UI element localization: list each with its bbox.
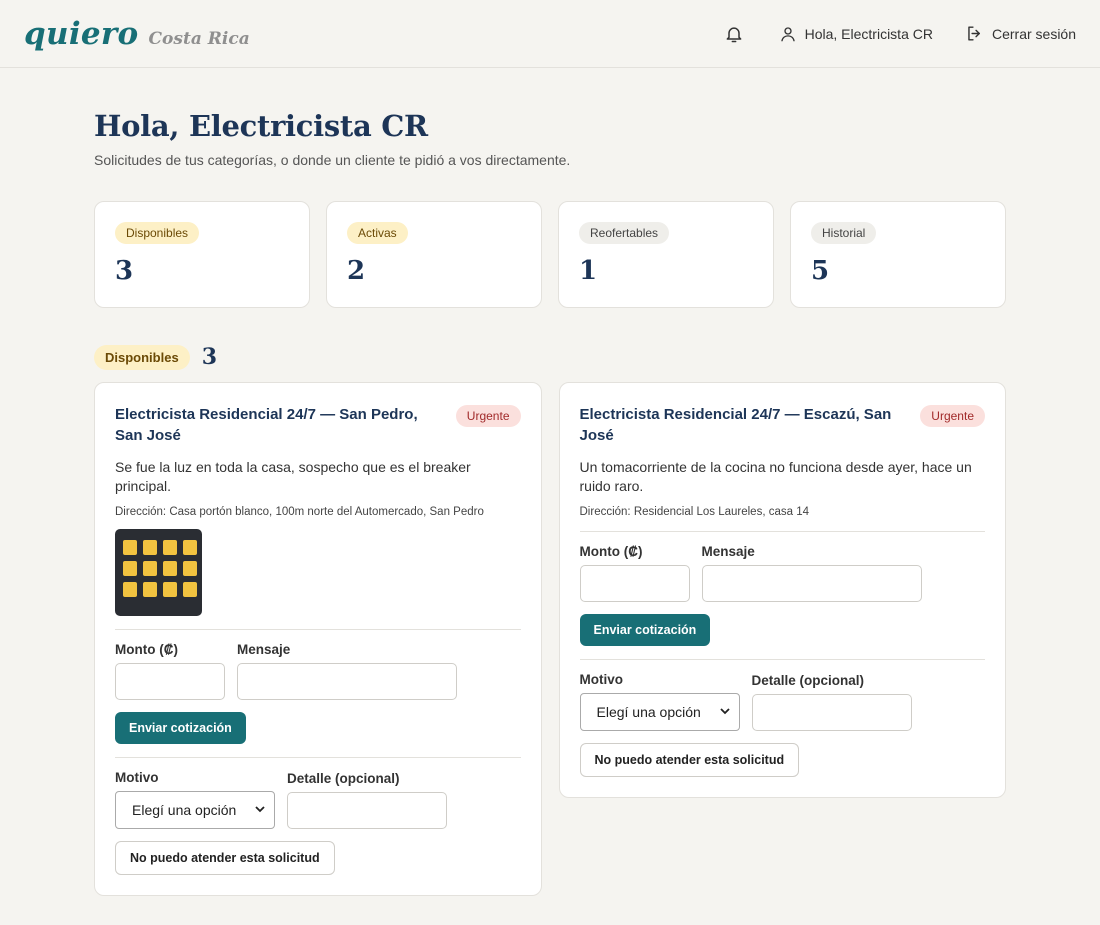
user-icon	[779, 25, 797, 43]
page-subtitle: Solicitudes de tus categorías, o donde u…	[94, 152, 571, 168]
logo[interactable]: quiero Costa Rica	[24, 16, 250, 52]
divider	[115, 757, 521, 758]
chevron-down-icon	[719, 704, 731, 720]
message-label: Mensaje	[701, 544, 755, 559]
main-content: Hola, Electricista CR Solicitudes de tus…	[94, 68, 1006, 896]
urgent-badge: Urgente	[455, 405, 521, 427]
divider	[579, 659, 985, 660]
reason-select[interactable]: Elegí una opción	[115, 791, 275, 829]
logo-wordmark: quiero	[24, 15, 139, 52]
logout-label: Cerrar sesión	[991, 25, 1076, 42]
quote-form: Monto (₡) Mensaje	[579, 544, 986, 602]
request-card: Electricista Residencial 24/7 — San Pedr…	[94, 382, 542, 896]
reason-select-value: Elegí una opción	[596, 704, 701, 720]
reason-label: Motivo	[579, 672, 624, 687]
chevron-down-icon	[254, 802, 266, 818]
detail-label: Detalle (opcional)	[287, 771, 400, 786]
stats-row: Disponibles 3 Activas 2 Reofertables 1 H…	[94, 201, 1006, 308]
amount-input[interactable]	[579, 565, 690, 602]
stat-card-historial[interactable]: Historial 5	[790, 201, 1006, 308]
reason-select-value: Elegí una opción	[132, 802, 237, 818]
logout-icon	[965, 24, 984, 43]
request-title: Electricista Residencial 24/7 — San Pedr…	[115, 406, 418, 444]
message-label: Mensaje	[237, 642, 291, 657]
amount-input[interactable]	[115, 663, 225, 700]
stat-label: Activas	[347, 222, 408, 244]
top-nav: Hola, Electricista CR Cerrar sesión	[723, 23, 1076, 45]
section-header: Disponibles 3	[94, 344, 1006, 370]
stat-label: Historial	[811, 222, 877, 244]
stat-label: Reofertables	[579, 222, 670, 244]
send-quote-button[interactable]: Enviar cotización	[115, 712, 246, 744]
top-bar: quiero Costa Rica Hola, Electricista CR	[0, 0, 1100, 68]
bell-icon[interactable]	[723, 23, 745, 45]
stat-value: 1	[579, 256, 598, 286]
divider	[115, 629, 521, 630]
request-title: Electricista Residencial 24/7 — Escazú, …	[579, 406, 892, 444]
section-label: Disponibles	[94, 344, 190, 370]
stat-card-activas[interactable]: Activas 2	[326, 201, 542, 308]
decline-button[interactable]: No puedo atender esta solicitud	[115, 841, 335, 875]
message-input[interactable]	[237, 663, 457, 700]
quote-form: Monto (₡) Mensaje	[115, 642, 521, 700]
reason-select[interactable]: Elegí una opción	[579, 693, 740, 731]
logout-link[interactable]: Cerrar sesión	[965, 24, 1076, 43]
request-address: Dirección: Residencial Los Laureles, cas…	[579, 506, 809, 518]
detail-input[interactable]	[751, 694, 912, 731]
decline-button[interactable]: No puedo atender esta solicitud	[579, 743, 800, 777]
request-description: Se fue la luz en toda la casa, sospecho …	[115, 459, 471, 494]
request-description: Un tomacorriente de la cocina no funcion…	[579, 459, 972, 494]
stat-value: 3	[115, 256, 134, 286]
decline-form: Motivo Elegí una opción Detalle (opciona…	[579, 672, 986, 731]
request-photo[interactable]	[115, 529, 202, 616]
detail-label: Detalle (opcional)	[751, 673, 865, 688]
request-card: Electricista Residencial 24/7 — Escazú, …	[558, 382, 1006, 798]
detail-input[interactable]	[287, 792, 447, 829]
amount-label: Monto (₡)	[579, 544, 643, 559]
user-menu[interactable]: Hola, Electricista CR	[779, 25, 933, 43]
stat-value: 5	[811, 256, 830, 286]
amount-label: Monto (₡)	[115, 642, 178, 657]
stat-card-reofertables[interactable]: Reofertables 1	[558, 201, 774, 308]
request-address: Dirección: Casa portón blanco, 100m nort…	[115, 506, 484, 518]
stat-card-disponibles[interactable]: Disponibles 3	[94, 201, 310, 308]
stat-value: 2	[347, 256, 366, 286]
message-input[interactable]	[701, 565, 922, 602]
send-quote-button[interactable]: Enviar cotización	[579, 614, 711, 646]
urgent-badge: Urgente	[920, 405, 985, 427]
reason-label: Motivo	[115, 770, 159, 785]
decline-form: Motivo Elegí una opción Detalle (opciona…	[115, 770, 521, 829]
section-count: 3	[201, 344, 217, 370]
page-title: Hola, Electricista CR	[94, 109, 428, 143]
request-list: Electricista Residencial 24/7 — San Pedr…	[94, 382, 1006, 896]
user-greeting: Hola, Electricista CR	[804, 25, 933, 42]
divider	[579, 531, 985, 532]
logo-region: Costa Rica	[148, 28, 250, 49]
stat-label: Disponibles	[115, 222, 200, 244]
